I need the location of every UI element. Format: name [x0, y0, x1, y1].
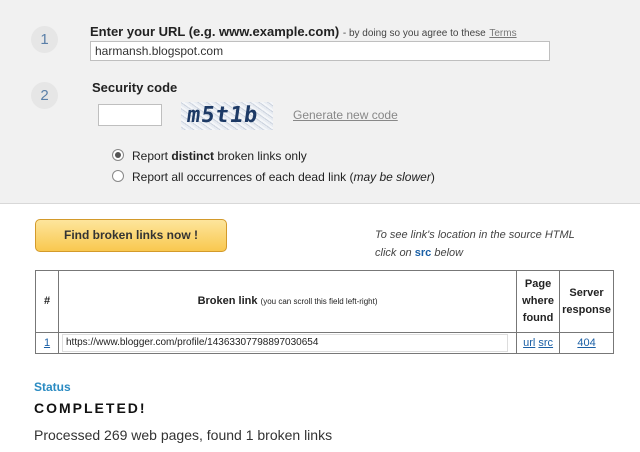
- page-found-cell: url src: [516, 332, 561, 354]
- server-response-cell: 404: [559, 332, 614, 354]
- option-1-bold: distinct: [171, 149, 215, 163]
- option-2-italic: may be slower: [353, 170, 431, 184]
- security-code-label: Security code: [92, 80, 178, 95]
- hint-post: below: [431, 247, 464, 259]
- option-all-occurrences[interactable]: Report all occurrences of each dead link…: [112, 170, 435, 184]
- row-number-cell: 1: [35, 332, 59, 354]
- results-table: # Broken link (you can scroll this field…: [35, 270, 614, 354]
- terms-link[interactable]: Terms: [489, 28, 516, 39]
- row-number-link[interactable]: 1: [44, 337, 50, 349]
- col-number-header: #: [35, 270, 59, 333]
- url-label: Enter your URL (e.g. www.example.com) - …: [90, 24, 517, 39]
- step-2-badge: 2: [31, 82, 58, 109]
- col-server-response-header: Server response: [559, 270, 614, 333]
- broken-link-field[interactable]: https://www.blogger.com/profile/14363307…: [62, 334, 508, 352]
- hint-pre: click on: [375, 247, 415, 259]
- option-2-pre: Report all occurrences of each dead link…: [132, 170, 354, 184]
- captcha-image: m5t1b: [181, 102, 273, 130]
- status-label: Status: [34, 380, 71, 394]
- options-panel: 1 Enter your URL (e.g. www.example.com) …: [0, 0, 640, 204]
- option-1-post: broken links only: [214, 149, 307, 163]
- page-header-line-3: found: [522, 312, 554, 324]
- security-code-input[interactable]: [98, 104, 162, 126]
- broken-link-heading: Broken link: [197, 295, 258, 307]
- server-header-line-2: response: [562, 303, 611, 316]
- radio-all[interactable]: [112, 170, 124, 182]
- captcha-text: m5t1b: [185, 103, 260, 128]
- src-link[interactable]: src: [538, 337, 553, 349]
- hint-line-2: click on src below: [375, 244, 575, 262]
- server-header-line-1: Server: [569, 286, 604, 299]
- url-agreement-note: - by doing so you agree to these: [342, 28, 486, 39]
- hint-src: src: [414, 247, 432, 259]
- option-distinct-links[interactable]: Report distinct broken links only: [112, 149, 307, 163]
- table-row: 1 https://www.blogger.com/profile/143633…: [35, 332, 614, 354]
- url-link[interactable]: url: [523, 337, 535, 349]
- status-value: COMPLETED!: [34, 400, 147, 416]
- page-header-line-1: Page: [524, 278, 552, 290]
- processed-summary: Processed 269 web pages, found 1 broken …: [34, 427, 333, 443]
- radio-distinct[interactable]: [112, 149, 124, 161]
- broken-link-note: (you can scroll this field left-right): [260, 297, 378, 306]
- find-broken-links-button[interactable]: Find broken links now !: [35, 219, 227, 252]
- option-1-pre: Report: [132, 149, 172, 163]
- generate-new-code-link[interactable]: Generate new code: [293, 108, 398, 122]
- col-broken-link-header: Broken link (you can scroll this field l…: [57, 270, 518, 333]
- col-page-found-header: Page where found: [516, 270, 561, 333]
- url-input[interactable]: [90, 41, 550, 61]
- response-code-link[interactable]: 404: [577, 337, 595, 349]
- source-hint: To see link's location in the source HTM…: [375, 226, 575, 262]
- results-header-row: # Broken link (you can scroll this field…: [35, 270, 614, 333]
- url-label-text: Enter your URL (e.g. www.example.com): [90, 24, 340, 39]
- step-1-badge: 1: [31, 26, 58, 53]
- hint-line-1: To see link's location in the source HTM…: [375, 229, 575, 241]
- broken-link-cell: https://www.blogger.com/profile/14363307…: [57, 332, 518, 354]
- page-header-line-2: where: [522, 295, 554, 307]
- option-2-close: ): [430, 170, 435, 184]
